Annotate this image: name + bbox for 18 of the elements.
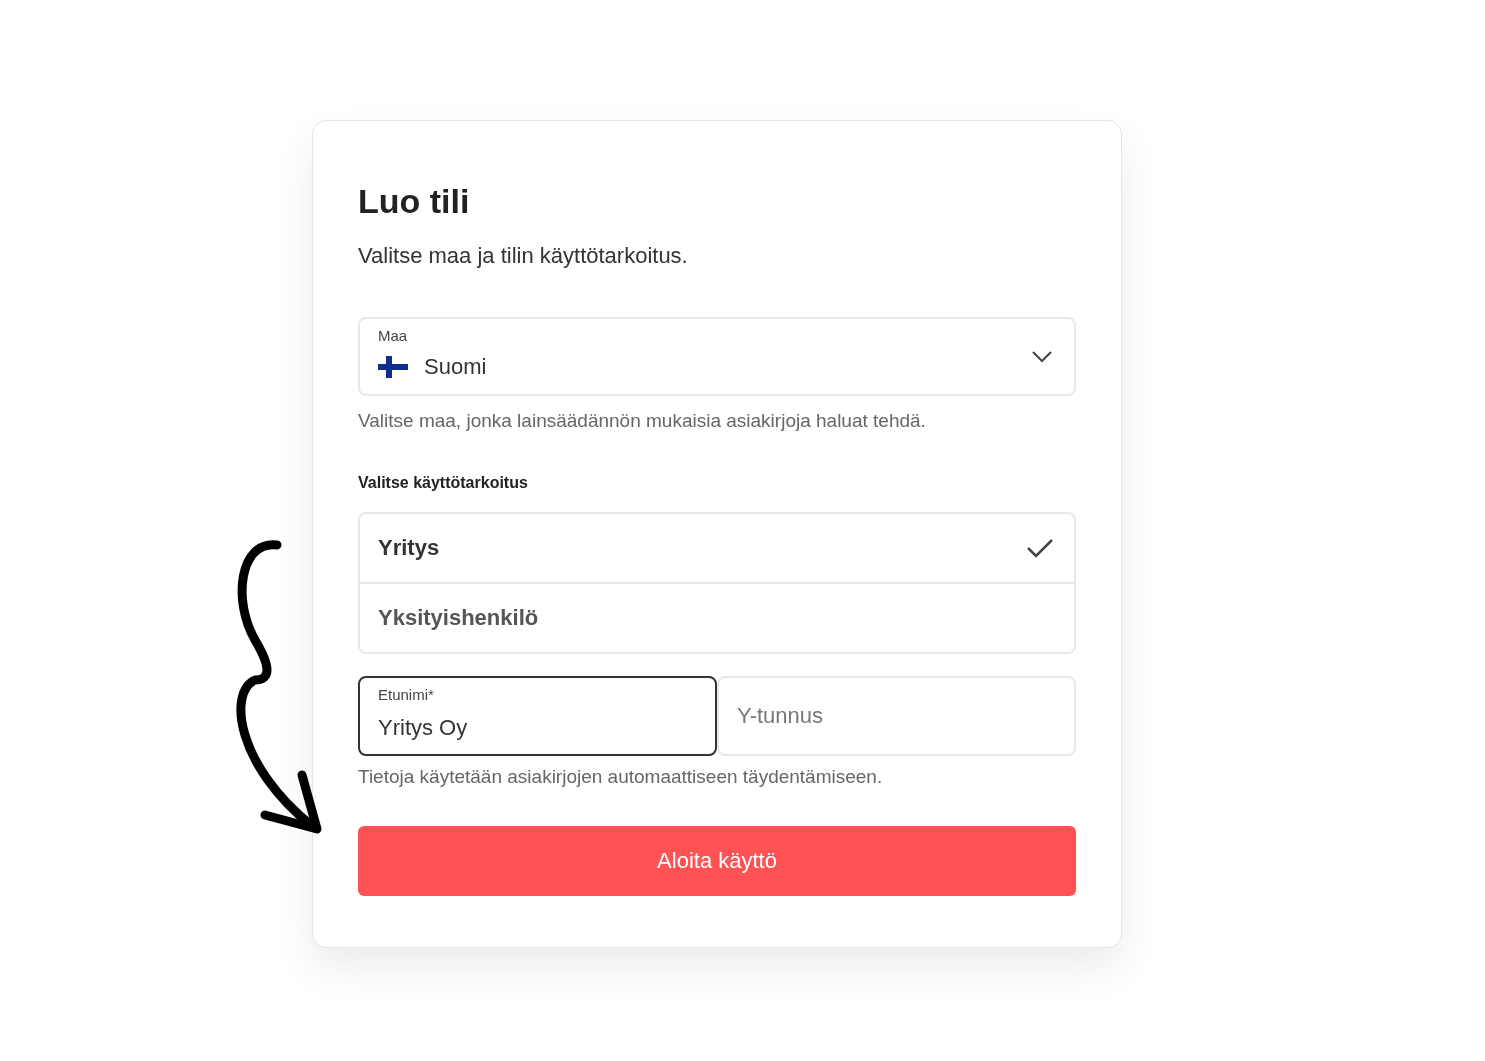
field-label: Etunimi* — [378, 686, 435, 703]
option-item[interactable]: Yritys — [360, 514, 1074, 582]
helper-text: Tietoja käytetään asiakirjojen automaattiseen täydentämiseen. — [358, 766, 884, 788]
section-label: Valitse käyttötarkoitus — [358, 474, 529, 492]
chevron-down-icon — [1032, 351, 1052, 363]
page-title: Luo tili — [358, 181, 471, 222]
input-field[interactable]: Etunimi* Yritys Oy — [358, 676, 717, 756]
helper-text: Valitse maa, jonka lainsäädännön mukaisia asiakirjoja haluat tehdä. — [358, 410, 927, 432]
checkmark-icon — [1026, 538, 1054, 558]
option-item[interactable]: Yksityishenkilö — [360, 582, 1074, 652]
subtitle: Valitse maa ja tilin käyttötarkoitus. — [358, 243, 689, 269]
field-value: Yritys Oy — [378, 715, 469, 741]
field-placeholder: Y-tunnus — [737, 703, 825, 729]
input-field[interactable]: Y-tunnus — [717, 676, 1076, 756]
select-value: Suomi — [424, 354, 487, 380]
field-label: Maa — [378, 327, 409, 344]
country-select[interactable]: Maa Suomi — [358, 317, 1076, 396]
flag-icon — [378, 356, 408, 378]
